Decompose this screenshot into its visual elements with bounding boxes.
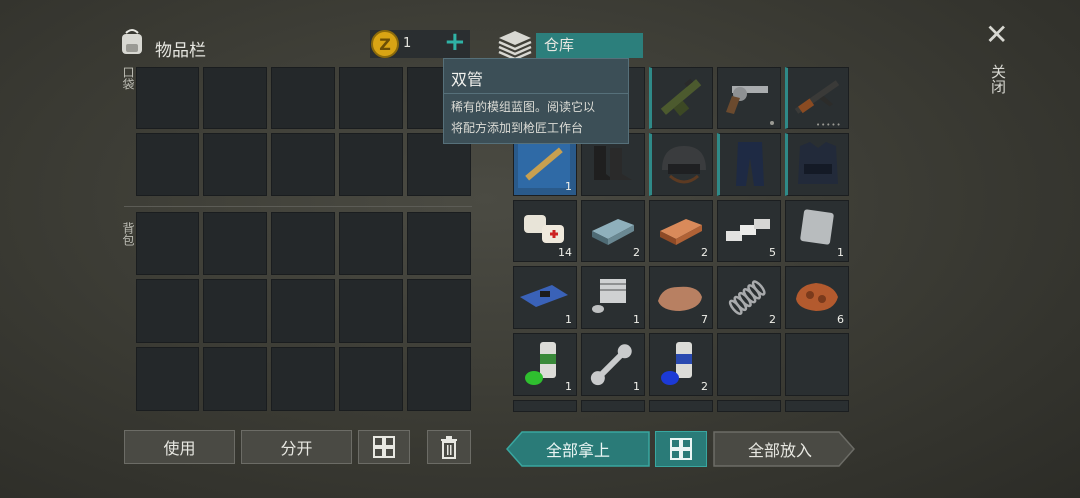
item-count: 1 xyxy=(633,380,640,393)
backpack-slot[interactable] xyxy=(271,212,335,275)
item-count: 7 xyxy=(701,313,708,326)
storage-item-bandage-medkit[interactable]: 14 xyxy=(513,200,577,262)
storage-slot[interactable] xyxy=(513,400,577,412)
item-count: 2 xyxy=(701,246,708,259)
storage-item-steel-ingot[interactable]: 2 xyxy=(581,200,645,262)
tooltip-description-line2: 将配方添加到枪匠工作台 xyxy=(451,121,584,135)
backpack-slot[interactable] xyxy=(136,347,199,411)
storage-slot[interactable] xyxy=(785,400,849,412)
tooltip-title: 双管 xyxy=(451,70,484,89)
backpack-label: 背包 xyxy=(121,222,135,246)
tooltip-divider xyxy=(444,93,628,94)
item-count: 2 xyxy=(769,313,776,326)
storage-item-blue-paint-can[interactable]: 2 xyxy=(649,333,713,396)
storage-item-metal-plate[interactable]: 1 xyxy=(785,200,849,262)
item-count: 1 xyxy=(565,380,572,393)
section-divider xyxy=(124,206,472,207)
assault-rifle-icon xyxy=(794,80,840,114)
backpack-icon xyxy=(122,29,142,54)
pocket-slot[interactable] xyxy=(136,67,199,129)
condition-dots: ••••• xyxy=(816,121,842,129)
pocket-slot[interactable] xyxy=(271,67,335,129)
item-tooltip: 双管 稀有的模组蓝图。阅读它以 将配方添加到枪匠工作台 xyxy=(443,58,629,144)
storage-slot[interactable] xyxy=(581,400,645,412)
item-count: 2 xyxy=(701,380,708,393)
revolver-icon xyxy=(726,86,768,114)
use-button[interactable]: 使用 xyxy=(124,430,235,464)
storage-item-copper-ingot[interactable]: 2 xyxy=(649,200,713,262)
currency-amount: 1 xyxy=(403,36,412,51)
tooltip-description-line1: 稀有的模组蓝图。阅读它以 xyxy=(451,100,596,114)
storage-slot[interactable] xyxy=(785,333,849,396)
storage-title: 仓库 xyxy=(536,33,643,58)
pocket-slot[interactable] xyxy=(339,67,403,129)
storage-item-copper-ore[interactable]: 6 xyxy=(785,266,849,329)
item-count: 6 xyxy=(837,313,844,326)
pocket-slot[interactable] xyxy=(203,67,267,129)
take-all-button[interactable]: 全部拿上 xyxy=(506,431,650,467)
backpack-slot[interactable] xyxy=(339,212,403,275)
storage-item-metal-spring[interactable]: 2 xyxy=(717,266,781,329)
backpack-slot[interactable] xyxy=(271,279,335,343)
svg-text:Z: Z xyxy=(379,35,391,54)
backpack-slot[interactable] xyxy=(203,212,267,275)
sort-storage-button[interactable] xyxy=(655,431,707,467)
item-count: 1 xyxy=(565,313,572,326)
storage-item-assault-rifle[interactable]: ••••• xyxy=(785,67,849,129)
discard-button[interactable] xyxy=(427,430,471,464)
storage-item-stone-ore[interactable]: 7 xyxy=(649,266,713,329)
backpack-slot[interactable] xyxy=(407,212,471,275)
backpack-slot[interactable] xyxy=(407,279,471,343)
storage-item-wrench[interactable]: 1 xyxy=(581,333,645,396)
storage-item-tactical-pants[interactable] xyxy=(717,133,781,196)
backpack-slot[interactable] xyxy=(339,347,403,411)
pocket-slot[interactable] xyxy=(271,133,335,196)
tactical-vest-icon xyxy=(798,142,838,184)
close-label[interactable]: 关闭 xyxy=(988,64,1009,94)
item-count: 1 xyxy=(633,313,640,326)
inventory-title: 物品栏 xyxy=(155,41,206,61)
storage-item-engine-cylinder[interactable]: 1 xyxy=(581,266,645,329)
storage-item-aluminum-bars[interactable]: 5 xyxy=(717,200,781,262)
item-count: 2 xyxy=(633,246,640,259)
backpack-slot[interactable] xyxy=(271,347,335,411)
add-currency-button[interactable]: + xyxy=(444,27,466,57)
pocket-slot[interactable] xyxy=(136,133,199,196)
storage-item-combat-helmet[interactable] xyxy=(649,133,713,196)
storage-slot[interactable] xyxy=(649,400,713,412)
item-count: 5 xyxy=(769,246,776,259)
backpack-slot[interactable] xyxy=(136,212,199,275)
close-button[interactable]: ✕ xyxy=(985,18,1008,51)
grid-sort-icon xyxy=(670,438,692,460)
backpack-slot[interactable] xyxy=(203,347,267,411)
storage-item-green-paint-can[interactable]: 1 xyxy=(513,333,577,396)
storage-slot[interactable] xyxy=(717,400,781,412)
storage-item-circuit-board[interactable]: 1 xyxy=(513,266,577,329)
sort-inventory-button[interactable] xyxy=(358,430,410,464)
tactical-pants-icon xyxy=(736,142,764,186)
pocket-label: 口袋 xyxy=(121,66,135,90)
trash-icon xyxy=(441,436,457,459)
storage-item-rifle-grenade-launcher[interactable] xyxy=(649,67,713,129)
condition-dot xyxy=(770,121,774,125)
grid-sort-icon xyxy=(373,436,395,458)
backpack-slot[interactable] xyxy=(136,279,199,343)
item-count: 1 xyxy=(837,246,844,259)
coin-icon: Z xyxy=(371,30,399,58)
pocket-slot[interactable] xyxy=(339,133,403,196)
backpack-slot[interactable] xyxy=(339,279,403,343)
pocket-slot[interactable] xyxy=(203,133,267,196)
storage-slot[interactable] xyxy=(717,333,781,396)
combat-helmet-icon xyxy=(662,146,706,184)
backpack-slot[interactable] xyxy=(203,279,267,343)
storage-icon xyxy=(498,31,532,60)
storage-item-revolver[interactable] xyxy=(717,67,781,129)
grenade-launcher-rifle-icon xyxy=(660,78,702,117)
storage-item-tactical-vest[interactable] xyxy=(785,133,849,196)
split-button[interactable]: 分开 xyxy=(241,430,352,464)
put-all-button[interactable]: 全部放入 xyxy=(713,431,847,467)
backpack-slot[interactable] xyxy=(407,347,471,411)
item-count: 14 xyxy=(558,246,572,259)
item-count: 1 xyxy=(565,180,572,193)
